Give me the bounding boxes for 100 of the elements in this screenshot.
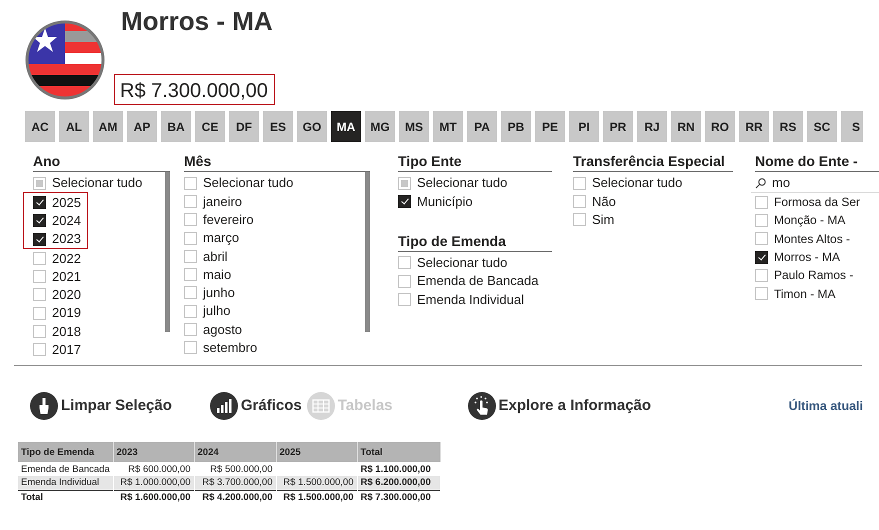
- update-link[interactable]: Última atuali: [788, 396, 863, 416]
- item-label[interactable]: Município: [417, 192, 473, 212]
- item-label[interactable]: 2018: [52, 322, 81, 342]
- slicer-item[interactable]: Selecionar tudo: [398, 254, 552, 272]
- item-label[interactable]: 2017: [52, 340, 81, 360]
- item-label[interactable]: Monção - MA: [774, 211, 846, 230]
- item-label[interactable]: Emenda de Bancada: [417, 271, 538, 291]
- item-label[interactable]: 2022: [52, 248, 81, 268]
- search-field[interactable]: mo: [751, 174, 879, 193]
- state-tab[interactable]: PR: [603, 111, 633, 142]
- state-tab[interactable]: MA: [331, 111, 361, 142]
- state-tab[interactable]: AM: [93, 111, 123, 142]
- state-tab[interactable]: DF: [229, 111, 259, 142]
- item-label[interactable]: agosto: [203, 320, 242, 340]
- slicer-item[interactable]: fevereiro: [184, 210, 365, 229]
- item-label[interactable]: 2024: [52, 211, 81, 230]
- item-label[interactable]: junho: [203, 283, 235, 303]
- state-tab[interactable]: RS: [773, 111, 803, 142]
- item-label[interactable]: 2023: [52, 229, 81, 249]
- item-label[interactable]: janeiro: [203, 192, 242, 212]
- column-header[interactable]: Total: [357, 442, 440, 462]
- slicer-item[interactable]: Selecionar tudo: [398, 174, 552, 192]
- slicer-item[interactable]: 2021: [33, 267, 165, 286]
- column-header[interactable]: Tipo de Emenda: [18, 442, 113, 462]
- slicer-item[interactable]: 2024: [33, 212, 87, 230]
- item-label[interactable]: 2021: [52, 266, 81, 286]
- state-tab[interactable]: PI: [569, 111, 599, 142]
- slicer-item[interactable]: Selecionar tudo: [573, 174, 733, 192]
- slicer-item[interactable]: abril: [184, 247, 365, 266]
- item-label[interactable]: 2025: [52, 192, 81, 212]
- item-label[interactable]: Sim: [592, 210, 614, 230]
- state-tab[interactable]: AL: [59, 111, 89, 142]
- state-tab[interactable]: AP: [127, 111, 157, 142]
- item-label[interactable]: Emenda Individual: [417, 290, 524, 310]
- item-label[interactable]: fevereiro: [203, 210, 254, 230]
- slicer-item[interactable]: Monção - MA: [755, 211, 879, 230]
- checkbox[interactable]: [398, 194, 411, 208]
- slicer-item[interactable]: 2018: [33, 322, 165, 341]
- slicer-item[interactable]: setembro: [184, 338, 365, 357]
- item-label[interactable]: Selecionar tudo: [52, 173, 142, 193]
- slicer-item[interactable]: 2017: [33, 340, 165, 359]
- item-label[interactable]: Formosa da Ser: [774, 193, 860, 212]
- state-tab[interactable]: MT: [433, 111, 463, 142]
- slicer-item[interactable]: Formosa da Ser: [755, 193, 879, 212]
- slicer-item[interactable]: maio: [184, 265, 365, 284]
- state-tab[interactable]: RO: [705, 111, 735, 142]
- state-tab[interactable]: RJ: [637, 111, 667, 142]
- slicer-item[interactable]: Morros - MA: [755, 248, 879, 266]
- slicer-item[interactable]: janeiro: [184, 192, 365, 211]
- state-tab[interactable]: S: [841, 111, 863, 142]
- slicer-item[interactable]: Timon - MA: [755, 284, 879, 303]
- column-header[interactable]: 2023: [113, 442, 194, 462]
- slicer-item[interactable]: Emenda de Bancada: [398, 272, 552, 290]
- item-label[interactable]: Montes Altos -: [774, 230, 850, 248]
- item-label[interactable]: março: [203, 228, 240, 248]
- state-tab[interactable]: PA: [467, 111, 497, 142]
- state-tab[interactable]: AC: [25, 111, 55, 142]
- item-label[interactable]: 2019: [52, 303, 81, 323]
- item-label[interactable]: maio: [203, 264, 232, 284]
- slicer-item[interactable]: 2025: [33, 193, 87, 212]
- slicer-item[interactable]: Montes Altos -: [755, 230, 879, 248]
- action-button[interactable]: Gráficos: [210, 392, 302, 420]
- item-label[interactable]: 2020: [52, 285, 81, 305]
- slicer-item[interactable]: 2020: [33, 286, 165, 304]
- slicer-item[interactable]: 2019: [33, 304, 165, 322]
- item-label[interactable]: setembro: [203, 338, 258, 358]
- checkbox[interactable]: [33, 232, 46, 246]
- item-label[interactable]: Selecionar tudo: [592, 173, 682, 193]
- item-label[interactable]: julho: [203, 301, 230, 321]
- state-tab[interactable]: PE: [535, 111, 565, 142]
- checkbox[interactable]: [33, 196, 46, 209]
- state-tab[interactable]: ES: [263, 111, 293, 142]
- slicer-item[interactable]: Emenda Individual: [398, 290, 552, 308]
- slicer-item[interactable]: Selecionar tudo: [33, 174, 165, 192]
- item-label[interactable]: Selecionar tudo: [417, 173, 508, 193]
- state-tab[interactable]: MG: [365, 111, 395, 142]
- state-tab[interactable]: MS: [399, 111, 429, 142]
- column-header[interactable]: 2024: [194, 442, 276, 462]
- slicer-item[interactable]: 2022: [33, 249, 165, 268]
- state-tab[interactable]: BA: [161, 111, 191, 142]
- state-tab[interactable]: RR: [739, 111, 769, 142]
- item-label[interactable]: Timon - MA: [774, 284, 836, 303]
- slicer-item[interactable]: Selecionar tudo: [184, 174, 365, 192]
- checkbox[interactable]: [755, 250, 768, 264]
- item-label[interactable]: Não: [592, 192, 616, 212]
- slicer-item[interactable]: agosto: [184, 320, 365, 339]
- item-label[interactable]: Morros - MA: [774, 248, 840, 266]
- slicer-item[interactable]: Município: [398, 192, 552, 211]
- state-tab[interactable]: PB: [501, 111, 531, 142]
- column-header[interactable]: 2025: [276, 442, 357, 462]
- action-button[interactable]: Limpar Seleção: [30, 392, 172, 420]
- state-tab[interactable]: CE: [195, 111, 225, 142]
- slicer-item[interactable]: março: [184, 228, 365, 248]
- slicer-item[interactable]: Sim: [573, 210, 733, 229]
- state-tab[interactable]: SC: [807, 111, 837, 142]
- slicer-item[interactable]: junho: [184, 284, 365, 302]
- item-label[interactable]: Selecionar tudo: [417, 253, 508, 272]
- item-label[interactable]: Selecionar tudo: [203, 173, 294, 193]
- state-tab[interactable]: RN: [671, 111, 701, 142]
- scrollbar[interactable]: [365, 172, 370, 332]
